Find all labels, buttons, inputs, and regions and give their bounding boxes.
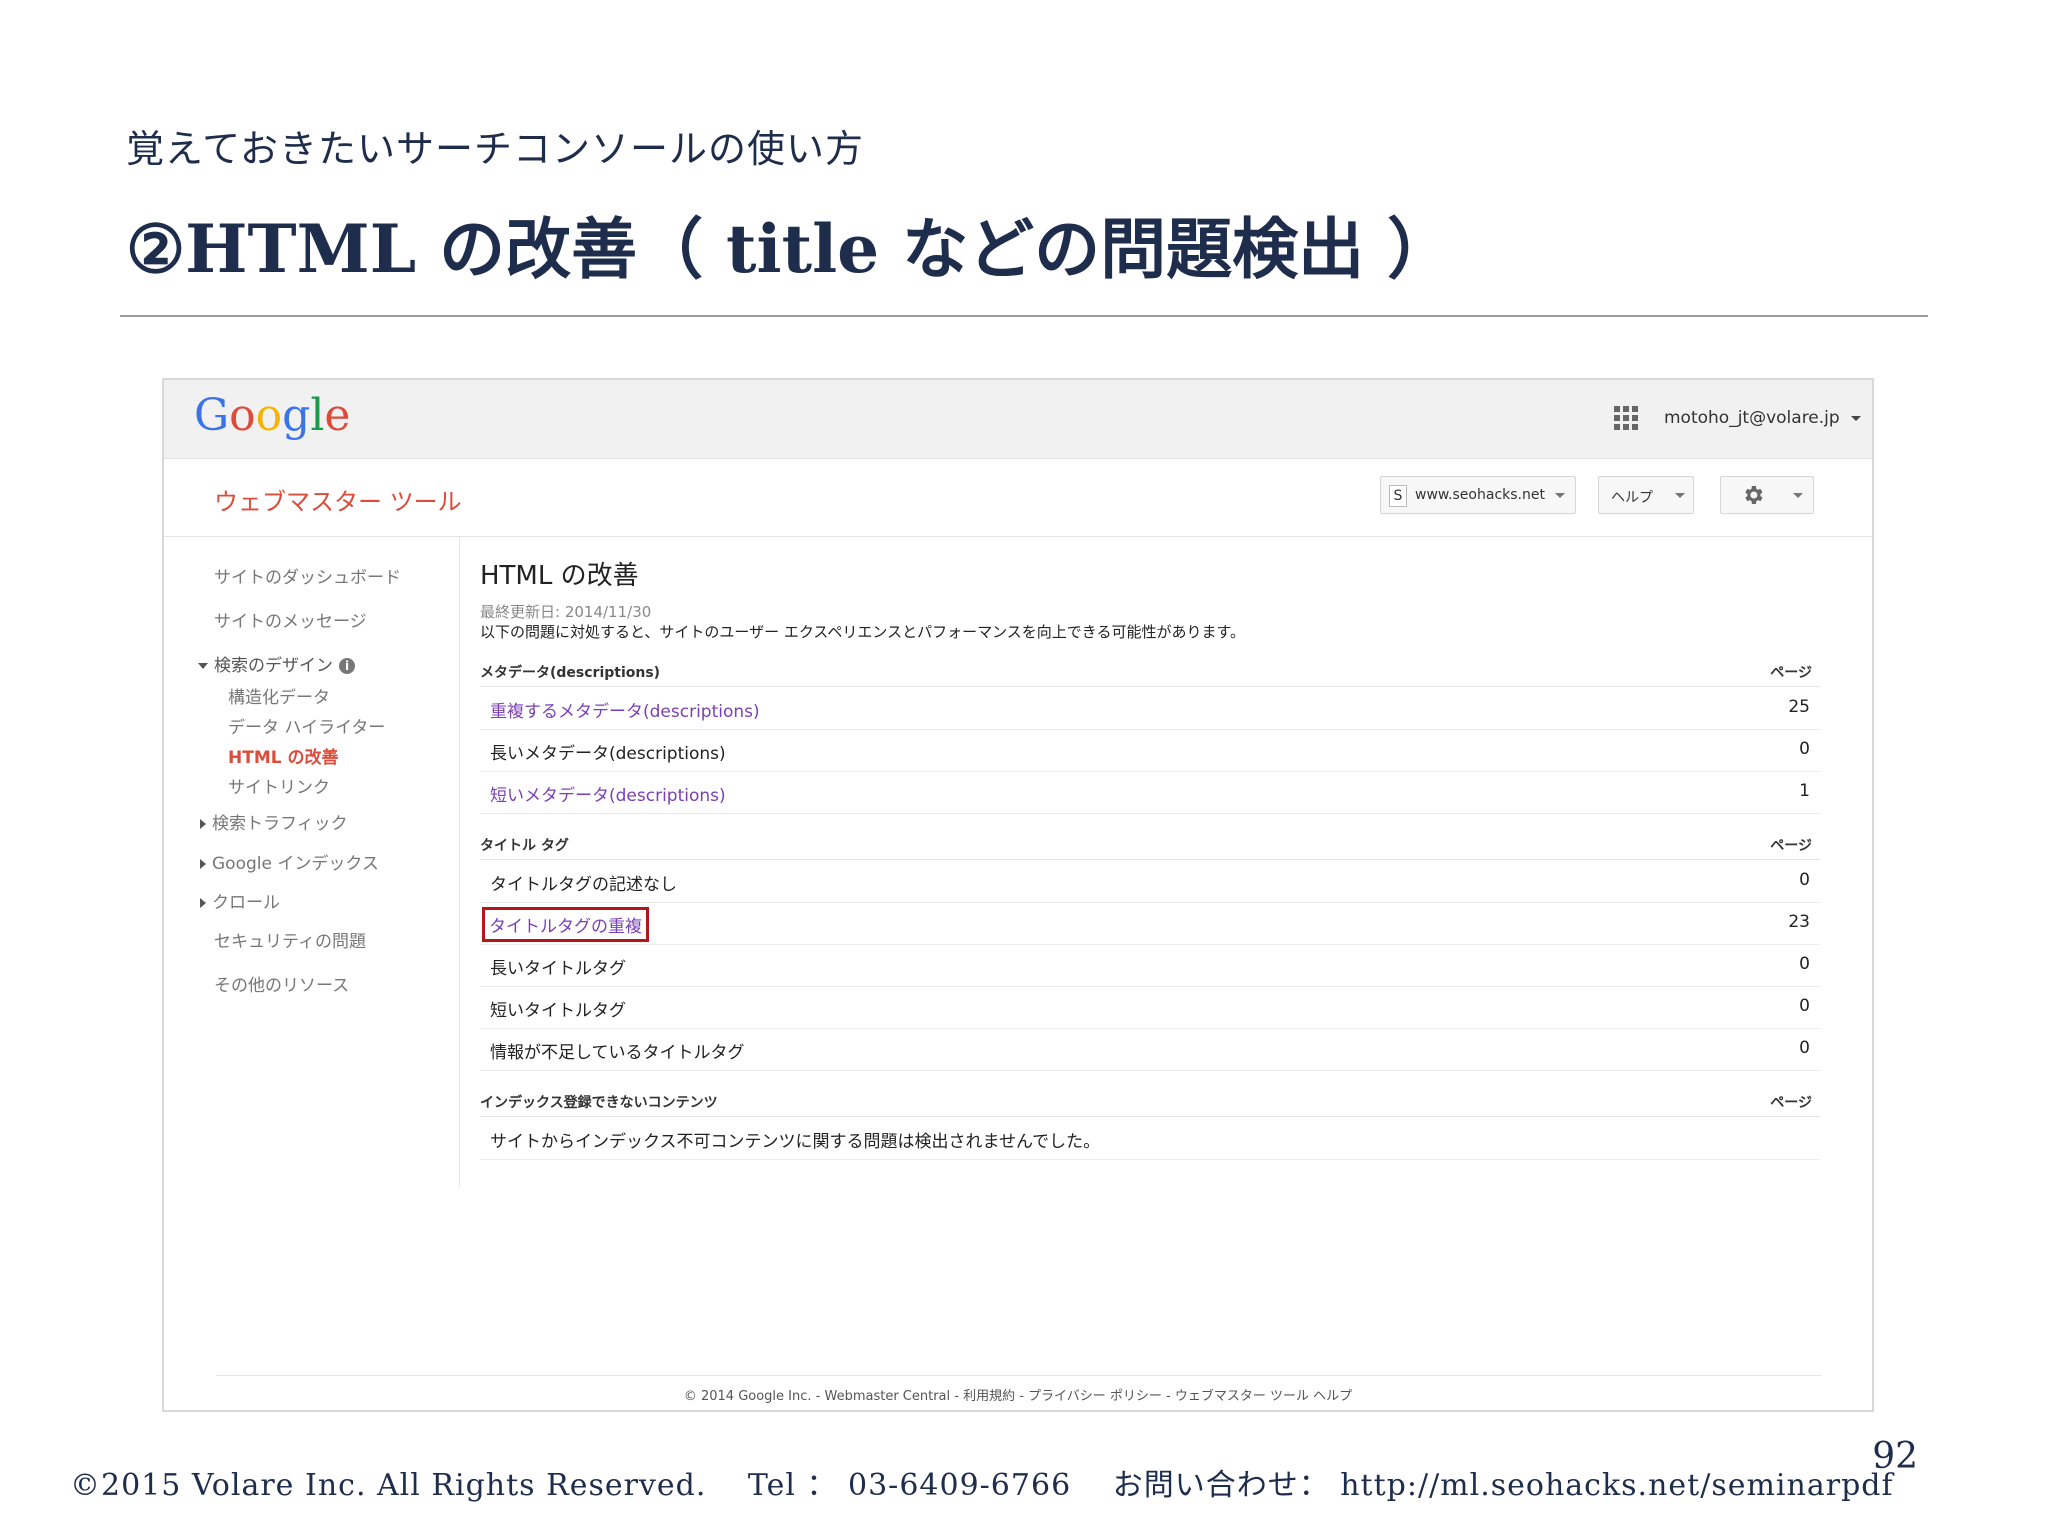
page-count: 1 — [1799, 781, 1810, 801]
sidebar-item-label: 検索のデザイン — [214, 656, 333, 676]
slide-title: ②HTML の改善（ title などの問題検出 ） — [126, 210, 1454, 288]
sidebar-item-dashboard[interactable]: サイトのダッシュボード — [214, 563, 401, 588]
pages-column-header: ページ — [1770, 1095, 1812, 1111]
sidebar-item-label: クロール — [212, 893, 280, 913]
sidebar-item-messages[interactable]: サイトのメッセージ — [214, 607, 367, 632]
table-row: 情報が不足しているタイトルタグ 0 — [480, 1028, 1820, 1071]
issue-label: 長いメタデータ(descriptions) — [490, 744, 726, 764]
issue-link[interactable]: 短いメタデータ(descriptions) — [490, 781, 726, 806]
issue-label: 短いタイトルタグ — [490, 1001, 626, 1021]
site-selector[interactable]: S www.seohacks.net — [1380, 476, 1576, 514]
chevron-down-icon — [198, 663, 208, 669]
chevron-down-icon — [1675, 493, 1685, 498]
apps-grid-icon[interactable] — [1614, 406, 1638, 430]
issue-link[interactable]: 重複するメタデータ(descriptions) — [490, 697, 760, 722]
google-logo[interactable]: Google — [194, 390, 350, 441]
sidebar-item-data-highlighter[interactable]: データ ハイライター — [228, 713, 385, 738]
gear-icon — [1745, 486, 1763, 504]
app-bar: ウェブマスター ツール S www.seohacks.net ヘルプ — [164, 458, 1872, 537]
chevron-right-icon — [200, 898, 206, 908]
title-divider — [120, 315, 1928, 317]
page-heading: HTML の改善 — [480, 561, 639, 591]
site-icon: S — [1389, 485, 1407, 507]
page-count: 0 — [1799, 739, 1810, 759]
google-logo-letter: o — [229, 390, 256, 441]
issue-label: 情報が不足しているタイトルタグ — [490, 1043, 745, 1063]
sidebar-item-search-appearance[interactable]: 検索のデザイン i — [198, 651, 355, 676]
sidebar-item-other-resources[interactable]: その他のリソース — [214, 971, 349, 996]
status-message: サイトからインデックス不可コンテンツに関する問題は検出されませんでした。 — [490, 1132, 1101, 1152]
section-title: インデックス登録できないコンテンツ — [480, 1095, 718, 1111]
table-row[interactable]: タイトルタグの重複 23 — [480, 902, 1820, 945]
account-menu[interactable]: motoho_jt@volare.jp — [1664, 408, 1862, 428]
page-count: 0 — [1799, 954, 1810, 974]
table-row: 長いメタデータ(descriptions) 0 — [480, 729, 1820, 772]
page-count: 23 — [1788, 912, 1810, 932]
sidebar: サイトのダッシュボード サイトのメッセージ 検索のデザイン i 構造化データ デー… — [164, 537, 460, 1187]
section-header-metadata: メタデータ(descriptions) ページ — [480, 662, 1820, 687]
section-header-title-tags: タイトル タグ ページ — [480, 835, 1820, 860]
chevron-down-icon — [1793, 493, 1803, 498]
chevron-down-icon — [1555, 493, 1565, 498]
slide-subtitle: 覚えておきたいサーチコンソールの使い方 — [126, 127, 864, 171]
google-logo-letter: o — [255, 390, 283, 441]
sidebar-item-label: Google インデックス — [212, 854, 379, 874]
chevron-right-icon — [200, 859, 206, 869]
sidebar-item-crawl[interactable]: クロール — [200, 888, 280, 913]
last-updated: 最終更新日: 2014/11/30 — [480, 603, 652, 621]
chevron-right-icon — [200, 819, 206, 829]
settings-button[interactable] — [1720, 476, 1814, 514]
google-logo-letter: l — [310, 390, 325, 441]
pages-column-header: ページ — [1770, 665, 1812, 681]
sidebar-item-label: 検索トラフィック — [212, 814, 348, 834]
table-row: 長いタイトルタグ 0 — [480, 944, 1820, 987]
app-title[interactable]: ウェブマスター ツール — [214, 482, 462, 517]
webmaster-tools-screenshot: Google motoho_jt@volare.jp ウェブマスター ツール S… — [162, 378, 1874, 1412]
page-count: 0 — [1799, 1038, 1810, 1058]
google-logo-letter: G — [194, 390, 230, 441]
table-row: 短いタイトルタグ 0 — [480, 986, 1820, 1029]
issue-label: 長いタイトルタグ — [490, 959, 626, 979]
sidebar-item-search-traffic[interactable]: 検索トラフィック — [200, 809, 348, 834]
table-row[interactable]: 重複するメタデータ(descriptions) 25 — [480, 687, 1820, 730]
info-icon[interactable]: i — [339, 658, 355, 674]
help-button[interactable]: ヘルプ — [1598, 476, 1694, 514]
section-title: メタデータ(descriptions) — [480, 665, 661, 681]
footer-divider — [216, 1375, 1822, 1376]
sidebar-item-html-improvements[interactable]: HTML の改善 — [228, 743, 339, 768]
page-count: 0 — [1799, 996, 1810, 1016]
sidebar-item-sitelinks[interactable]: サイトリンク — [228, 773, 330, 798]
chevron-down-icon — [1851, 415, 1862, 421]
google-footer[interactable]: © 2014 Google Inc. - Webmaster Central -… — [164, 1385, 1872, 1404]
table-row: サイトからインデックス不可コンテンツに関する問題は検出されませんでした。 — [480, 1117, 1820, 1160]
site-selector-label: www.seohacks.net — [1415, 487, 1545, 503]
sidebar-item-google-index[interactable]: Google インデックス — [200, 849, 379, 874]
google-logo-letter: e — [324, 390, 351, 441]
issue-link-highlighted[interactable]: タイトルタグの重複 — [482, 907, 649, 942]
slide-footer: ©2015 Volare Inc. All Rights Reserved. T… — [70, 1468, 1894, 1503]
issue-label: タイトルタグの記述なし — [490, 875, 677, 895]
section-header-non-indexable: インデックス登録できないコンテンツ ページ — [480, 1092, 1820, 1117]
section-title: タイトル タグ — [480, 838, 569, 854]
table-row[interactable]: 短いメタデータ(descriptions) 1 — [480, 771, 1820, 814]
help-label: ヘルプ — [1611, 490, 1653, 506]
page-count: 0 — [1799, 870, 1810, 890]
pages-column-header: ページ — [1770, 838, 1812, 854]
page-count: 25 — [1788, 697, 1810, 717]
sidebar-item-structured-data[interactable]: 構造化データ — [228, 683, 330, 708]
table-row: タイトルタグの記述なし 0 — [480, 860, 1820, 903]
page-description: 以下の問題に対処すると、サイトのユーザー エクスペリエンスとパフォーマンスを向上… — [480, 623, 1245, 641]
sidebar-item-security-issues[interactable]: セキュリティの問題 — [214, 927, 366, 952]
google-logo-letter: g — [282, 390, 311, 441]
account-email: motoho_jt@volare.jp — [1664, 408, 1840, 428]
google-header: Google motoho_jt@volare.jp — [164, 380, 1872, 459]
